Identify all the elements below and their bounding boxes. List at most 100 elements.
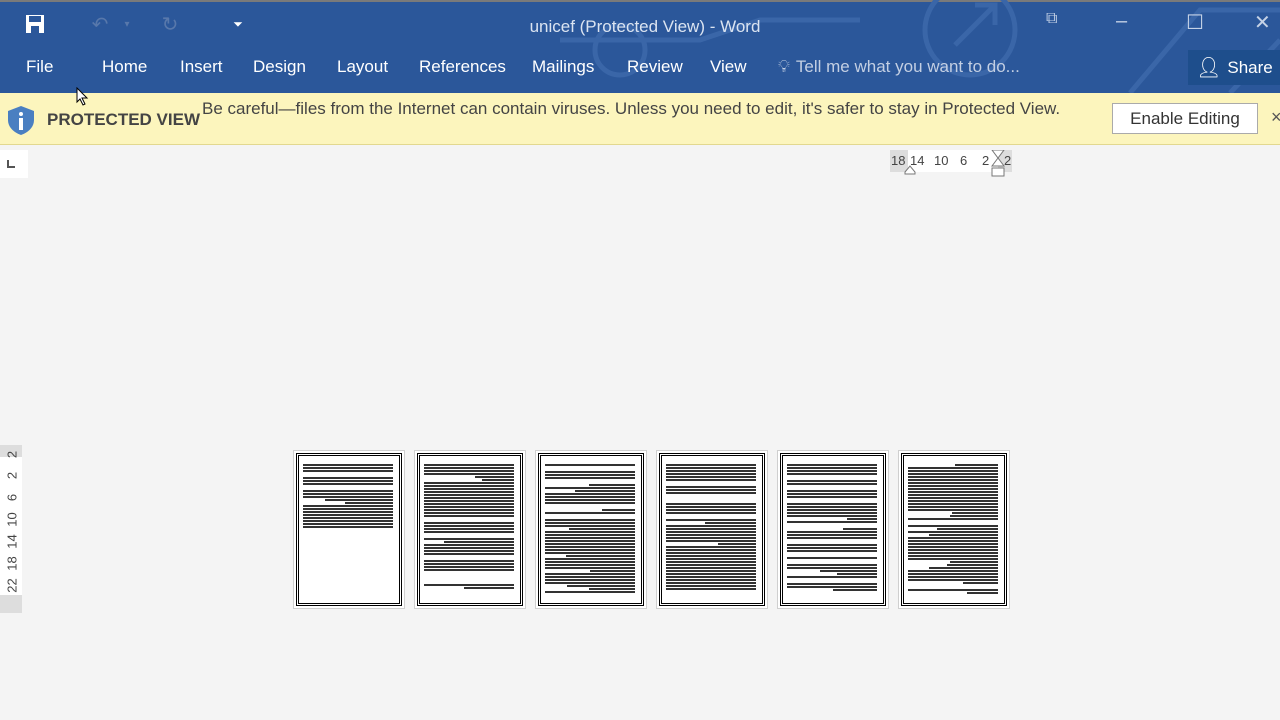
text-line [545, 591, 635, 593]
text-line [545, 543, 635, 545]
page-thumbnail[interactable] [414, 450, 526, 609]
tab-references[interactable]: References [419, 57, 506, 77]
text-line [303, 470, 393, 472]
text-line [908, 546, 998, 548]
enable-editing-button[interactable]: Enable Editing [1112, 103, 1258, 134]
text-line [787, 586, 877, 588]
text-line [908, 485, 998, 487]
text-line [908, 476, 998, 478]
share-button[interactable]: 👤︎ Share [1188, 50, 1280, 85]
indent-markers[interactable] [890, 150, 1012, 180]
text-line [424, 467, 514, 469]
text-line [345, 502, 393, 504]
text-line [424, 525, 514, 527]
tab-view[interactable]: View [710, 57, 747, 77]
text-line [424, 544, 514, 546]
text-line [545, 487, 635, 489]
tab-mailings[interactable]: Mailings [532, 57, 594, 77]
text-line [666, 549, 756, 551]
text-line [303, 477, 393, 479]
page-thumbnail[interactable] [293, 450, 405, 609]
text-line [424, 550, 514, 552]
text-line [666, 519, 756, 521]
tab-layout[interactable]: Layout [337, 57, 388, 77]
text-line [787, 583, 877, 585]
text-line [908, 558, 998, 560]
page-thumbnail[interactable] [777, 450, 889, 609]
text-line [303, 464, 393, 466]
text-line [566, 585, 635, 587]
text-line [303, 514, 393, 516]
text-line [908, 573, 998, 575]
text-line [787, 493, 877, 495]
text-line [574, 490, 635, 492]
page-thumbnail[interactable] [535, 450, 647, 609]
page-thumbnail[interactable] [898, 450, 1010, 609]
text-line [787, 547, 877, 549]
text-line [908, 494, 998, 496]
text-line [545, 552, 635, 554]
text-line [908, 479, 998, 481]
text-line [787, 557, 877, 559]
text-line [545, 576, 635, 578]
text-line [908, 531, 998, 533]
text-line [545, 582, 635, 584]
text-line [424, 547, 514, 549]
horizontal-ruler[interactable]: 18 14 10 6 2 2 [890, 150, 1012, 177]
text-line [908, 579, 998, 581]
text-line [666, 537, 756, 539]
tab-file[interactable]: File [26, 57, 53, 77]
text-line [545, 564, 635, 566]
text-line [424, 515, 514, 517]
minimize-button[interactable]: – [1116, 10, 1127, 33]
maximize-button[interactable]: ☐ [1186, 10, 1204, 35]
text-line [666, 525, 756, 527]
text-line [787, 521, 877, 523]
protected-view-title: PROTECTED VIEW [47, 110, 201, 129]
text-line [424, 491, 514, 493]
text-line [837, 573, 877, 575]
text-line [303, 526, 393, 528]
text-line [545, 537, 635, 539]
text-line [424, 509, 514, 511]
text-line [303, 511, 393, 513]
text-line [787, 490, 877, 492]
text-line [666, 489, 756, 491]
text-line [666, 479, 756, 481]
text-line [666, 564, 756, 566]
text-line [787, 544, 877, 546]
ruler-tick: 6 [4, 493, 20, 502]
text-line [424, 494, 514, 496]
tab-review[interactable]: Review [627, 57, 683, 77]
tab-stop-selector[interactable] [0, 150, 28, 178]
text-line [424, 488, 514, 490]
tab-home[interactable]: Home [102, 57, 147, 77]
text-line [424, 584, 514, 586]
text-line [954, 464, 998, 466]
text-line [950, 561, 998, 563]
text-line [908, 552, 998, 554]
text-line [424, 506, 514, 508]
close-bar-icon[interactable]: × [1271, 107, 1280, 128]
text-line [424, 473, 514, 475]
text-line [666, 470, 756, 472]
text-line [787, 496, 877, 498]
text-line [424, 538, 514, 540]
text-line [908, 506, 998, 508]
close-button[interactable]: ✕ [1254, 10, 1271, 35]
tell-me-search[interactable]: 💡︎ Tell me what you want to do... [778, 57, 1020, 77]
tab-design[interactable]: Design [253, 57, 306, 77]
text-line [787, 467, 877, 469]
lightbulb-icon: 💡︎ [778, 57, 790, 76]
text-line [908, 540, 998, 542]
text-line [424, 553, 514, 555]
text-line [908, 482, 998, 484]
tab-insert[interactable]: Insert [180, 57, 223, 77]
text-line [303, 467, 393, 469]
ribbon-display-options-icon[interactable]: ⧉ [1046, 10, 1057, 28]
text-line [424, 569, 514, 571]
text-line [908, 549, 998, 551]
page-thumbnail[interactable] [656, 450, 768, 609]
text-line [787, 534, 877, 536]
text-line [908, 589, 998, 591]
